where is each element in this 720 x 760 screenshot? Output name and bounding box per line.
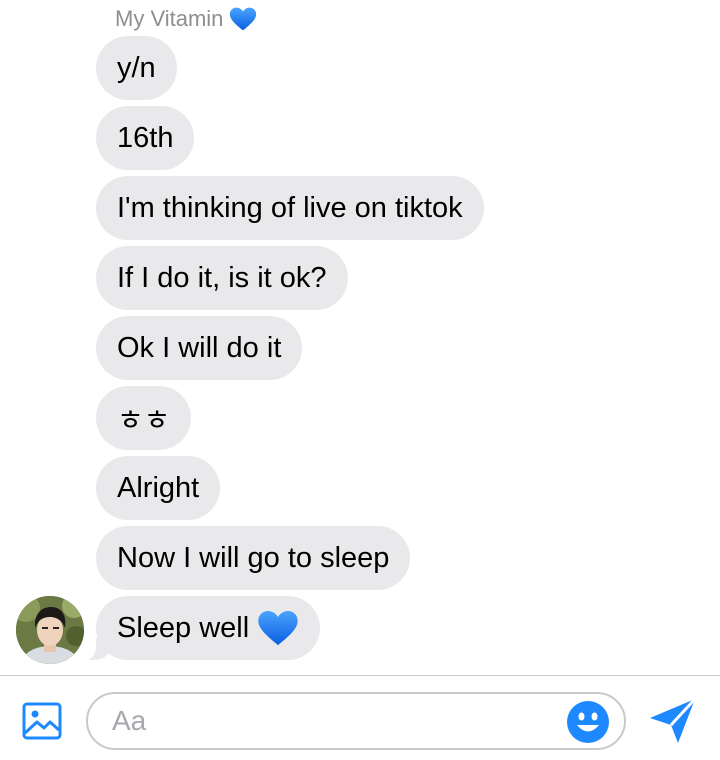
message-bubble[interactable]: If I do it, is it ok? (96, 246, 348, 310)
message-bubble[interactable]: ㅎㅎ (96, 386, 192, 450)
message-bubble[interactable]: Now I will go to sleep (96, 526, 411, 590)
message-text: Sleep well (117, 611, 250, 644)
message-text: ㅎㅎ (117, 405, 171, 437)
avatar-photo (16, 596, 84, 664)
message-text: I'm thinking of live on tiktok (117, 191, 463, 224)
blue-heart-icon (258, 610, 298, 646)
message-bubble[interactable]: Ok I will do it (96, 316, 303, 380)
image-icon[interactable] (22, 702, 62, 740)
composer-bar: Aa (0, 676, 720, 760)
send-icon[interactable] (648, 696, 698, 746)
sender-name: My Vitamin (115, 4, 257, 34)
message-bubble[interactable]: I'm thinking of live on tiktok (96, 176, 484, 240)
message-input-placeholder: Aa (112, 705, 147, 736)
smiley-icon[interactable] (566, 700, 610, 744)
message-list: y/n 16th I'm thinking of live on tiktok … (79, 36, 696, 661)
message-bubble[interactable]: y/n (96, 36, 177, 100)
message-text: Alright (117, 471, 200, 504)
avatar[interactable] (16, 596, 84, 664)
message-text: Ok I will do it (117, 331, 282, 364)
message-bubble-last[interactable]: Sleep well (79, 596, 321, 661)
blue-heart-icon (230, 7, 257, 31)
message-text: y/n (117, 51, 156, 84)
message-bubble[interactable]: 16th (96, 106, 195, 170)
message-input[interactable]: Aa (86, 692, 626, 750)
message-text: 16th (117, 121, 174, 154)
message-bubble[interactable]: Alright (96, 456, 221, 520)
sender-name-label: My Vitamin (115, 6, 224, 31)
message-text: If I do it, is it ok? (117, 261, 327, 294)
message-text: Now I will go to sleep (117, 541, 390, 574)
